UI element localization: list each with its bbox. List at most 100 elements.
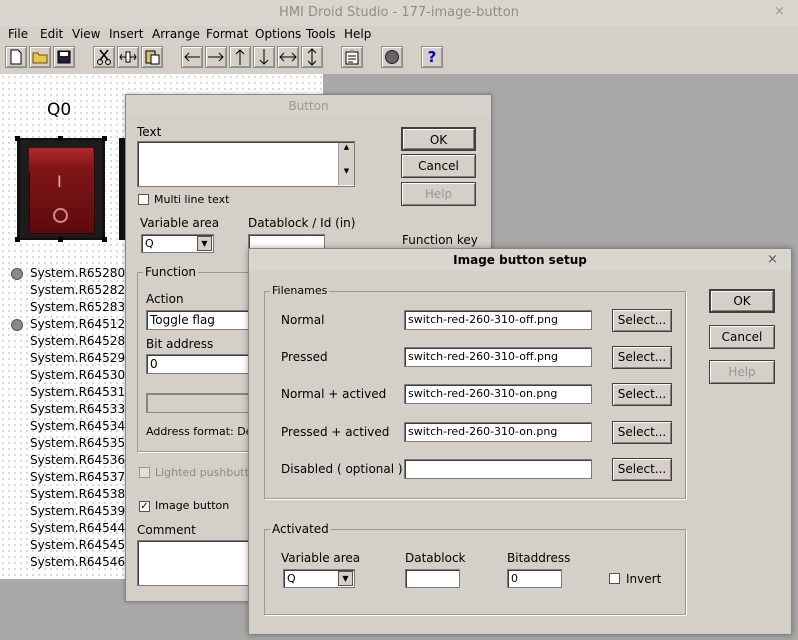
- circle-icon[interactable]: [381, 46, 403, 68]
- system-register-label[interactable]: System.R64533:: [30, 402, 129, 416]
- system-register-label[interactable]: System.R64539:: [30, 504, 129, 518]
- paste-icon[interactable]: [141, 46, 163, 68]
- comment-label: Comment: [137, 523, 196, 537]
- window-title: HMI Droid Studio - 177-image-button: [279, 5, 519, 20]
- image-dialog-cancel-button[interactable]: Cancel: [709, 325, 775, 349]
- switch-image[interactable]: I: [15, 136, 107, 242]
- filename-row-label: Pressed + actived: [281, 425, 390, 439]
- lighted-pushbutton-checkbox[interactable]: [139, 467, 150, 478]
- toolbar: ?: [0, 44, 798, 72]
- activated-datablock-label: Datablock: [405, 551, 466, 565]
- image-dialog-close-icon[interactable]: ×: [767, 252, 778, 267]
- menu-help[interactable]: Help: [344, 27, 371, 41]
- menu-format[interactable]: Format: [206, 27, 248, 41]
- status-led-icon: [11, 319, 23, 331]
- filename-input[interactable]: switch-red-260-310-on.png: [404, 422, 592, 442]
- window-close-icon[interactable]: ×: [774, 4, 785, 19]
- text-input[interactable]: [137, 141, 355, 187]
- button-dialog-cancel-button[interactable]: Cancel: [401, 154, 476, 178]
- invert-checkbox[interactable]: [609, 573, 620, 584]
- system-register-label[interactable]: System.R65283:: [30, 300, 129, 314]
- filename-select-button[interactable]: Select...: [612, 346, 672, 369]
- filename-input[interactable]: switch-red-260-310-off.png: [404, 347, 592, 367]
- text-scrollbar[interactable]: ▲ ▼: [338, 143, 354, 185]
- arrow-up-icon[interactable]: [229, 46, 251, 68]
- image-dialog-title: Image button setup: [249, 249, 791, 271]
- menu-view[interactable]: View: [72, 27, 100, 41]
- switch-on-mark: I: [57, 172, 62, 191]
- system-register-label[interactable]: System.R65280:: [30, 266, 129, 280]
- filename-select-button[interactable]: Select...: [612, 458, 672, 481]
- lighted-pushbutton-label: Lighted pushbutton: [155, 466, 263, 479]
- resize-vertical-icon[interactable]: [301, 46, 323, 68]
- function-group-label: Function: [143, 265, 199, 279]
- variable-area-dropdown-icon[interactable]: ▼: [197, 236, 212, 251]
- system-register-label[interactable]: System.R64545:: [30, 538, 129, 552]
- system-register-label[interactable]: System.R64529:: [30, 351, 129, 365]
- bit-address-input[interactable]: 0: [146, 354, 256, 374]
- new-file-icon[interactable]: [5, 46, 27, 68]
- activated-group-label: Activated: [270, 522, 331, 536]
- filenames-group-label: Filenames: [270, 284, 330, 297]
- bit-address-label: Bit address: [146, 337, 214, 351]
- menu-file[interactable]: File: [8, 27, 28, 41]
- save-icon[interactable]: [53, 46, 75, 68]
- activated-bitaddress-label: Bitaddress: [507, 551, 571, 565]
- system-register-label[interactable]: System.R64531:: [30, 385, 129, 399]
- menu-edit[interactable]: Edit: [40, 27, 63, 41]
- comment-input[interactable]: [137, 540, 252, 586]
- image-dialog-ok-button[interactable]: OK: [709, 289, 775, 313]
- menu-arrange[interactable]: Arrange: [152, 27, 200, 41]
- filename-row-label: Pressed: [281, 350, 328, 364]
- help-icon[interactable]: ?: [421, 46, 443, 68]
- filename-select-button[interactable]: Select...: [612, 421, 672, 444]
- arrow-left-icon[interactable]: [181, 46, 203, 68]
- activated-bitaddress-input[interactable]: 0: [507, 569, 562, 588]
- system-register-label[interactable]: System.R64534:: [30, 419, 129, 433]
- multiline-checkbox[interactable]: [138, 194, 149, 205]
- multiline-label: Multi line text: [154, 193, 230, 206]
- filename-select-button[interactable]: Select...: [612, 383, 672, 406]
- system-register-label[interactable]: System.R64544:: [30, 521, 129, 535]
- arrow-right-icon[interactable]: [205, 46, 227, 68]
- activated-variable-area-label: Variable area: [281, 551, 361, 565]
- image-dialog-help-button[interactable]: Help: [709, 360, 775, 384]
- arrow-down-icon[interactable]: [253, 46, 275, 68]
- open-folder-icon[interactable]: [29, 46, 51, 68]
- activated-datablock-input[interactable]: [405, 569, 460, 588]
- menu-options[interactable]: Options: [255, 27, 301, 41]
- system-register-label[interactable]: System.R64538:: [30, 487, 129, 501]
- align-icon[interactable]: [117, 46, 139, 68]
- menu-bar: File Edit View Insert Arrange Format Opt…: [0, 26, 798, 44]
- system-register-label[interactable]: System.R64537:: [30, 470, 129, 484]
- system-register-label[interactable]: System.R64536:: [30, 453, 129, 467]
- properties-icon[interactable]: [341, 46, 363, 68]
- system-register-label[interactable]: System.R65282:: [30, 283, 129, 297]
- address-extra-field: [146, 393, 258, 413]
- system-register-label[interactable]: System.R64535:: [30, 436, 129, 450]
- action-label: Action: [146, 292, 184, 306]
- text-label: Text: [137, 125, 162, 139]
- menu-insert[interactable]: Insert: [109, 27, 143, 41]
- action-select[interactable]: Toggle flag: [146, 310, 256, 330]
- system-register-label[interactable]: System.R64546:: [30, 555, 129, 569]
- image-button-checkbox[interactable]: ✓: [139, 501, 150, 512]
- system-register-label[interactable]: System.R64530:: [30, 368, 129, 382]
- cut-icon[interactable]: [93, 46, 115, 68]
- function-key-label: Function key: [402, 233, 478, 247]
- system-register-label[interactable]: System.R64528:: [30, 334, 129, 348]
- activated-variable-area-dropdown-icon[interactable]: ▼: [338, 571, 353, 586]
- button-dialog-help-button[interactable]: Help: [401, 182, 476, 206]
- filename-input[interactable]: switch-red-260-310-on.png: [404, 384, 592, 404]
- filename-input[interactable]: [404, 459, 592, 479]
- filename-input[interactable]: switch-red-260-310-off.png: [404, 310, 592, 330]
- filename-row-label: Normal + actived: [281, 387, 387, 401]
- menu-tools[interactable]: Tools: [306, 27, 336, 41]
- system-register-label[interactable]: System.R64512:: [30, 317, 129, 331]
- button-dialog-ok-button[interactable]: OK: [401, 127, 476, 151]
- invert-label: Invert: [626, 572, 662, 586]
- resize-horizontal-icon[interactable]: [277, 46, 299, 68]
- image-button-setup-dialog: Image button setup × Filenames Normal swi…: [248, 248, 792, 635]
- image-button-label: Image button: [155, 499, 230, 512]
- filename-select-button[interactable]: Select...: [612, 309, 672, 332]
